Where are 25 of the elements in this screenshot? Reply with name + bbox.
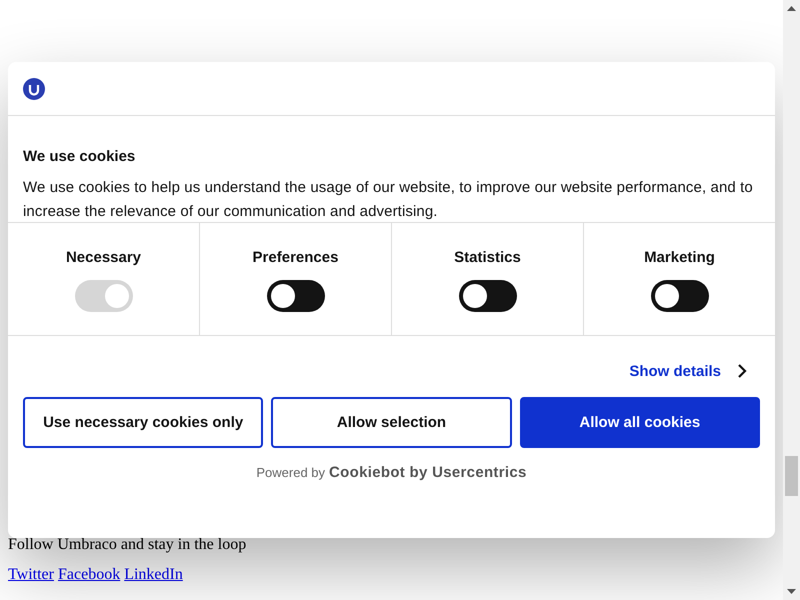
toggle-switch[interactable] — [266, 280, 324, 312]
scrollbar[interactable] — [783, 0, 800, 600]
powered-by-text: Powered by — [256, 465, 326, 480]
toggle-switch[interactable] — [458, 280, 516, 312]
consent-button[interactable]: Use necessary cookies only — [23, 397, 264, 448]
category-label: Preferences — [252, 249, 338, 266]
chevron-right-icon — [737, 363, 747, 379]
consent-button[interactable]: Allow selection — [271, 397, 512, 448]
consent-button[interactable]: Allow all cookies — [520, 397, 760, 448]
show-details-link[interactable]: Show details — [629, 362, 721, 380]
scroll-thumb[interactable] — [785, 456, 798, 496]
category-label: Marketing — [644, 249, 715, 266]
scroll-up-icon[interactable] — [787, 6, 796, 11]
toggle-switch[interactable] — [650, 280, 708, 312]
social-link[interactable]: Facebook — [58, 566, 120, 583]
brand-link[interactable]: Cookiebot by Usercentrics — [329, 464, 527, 481]
social-link[interactable]: LinkedIn — [124, 566, 183, 583]
category-label: Statistics — [454, 249, 521, 266]
scroll-down-icon[interactable] — [787, 589, 796, 594]
dialog-title: We use cookies — [23, 148, 136, 166]
dialog-description: We use cookies to help us understand the usage of our website, to improve our website performance, and to increase the relevance of our communication and advertising. — [23, 178, 754, 222]
category-label: Necessary — [66, 249, 142, 266]
social-link[interactable]: Twitter — [8, 566, 54, 583]
logo-icon — [23, 78, 45, 100]
follow-text: Follow Umbraco and stay in the loop — [8, 536, 248, 554]
